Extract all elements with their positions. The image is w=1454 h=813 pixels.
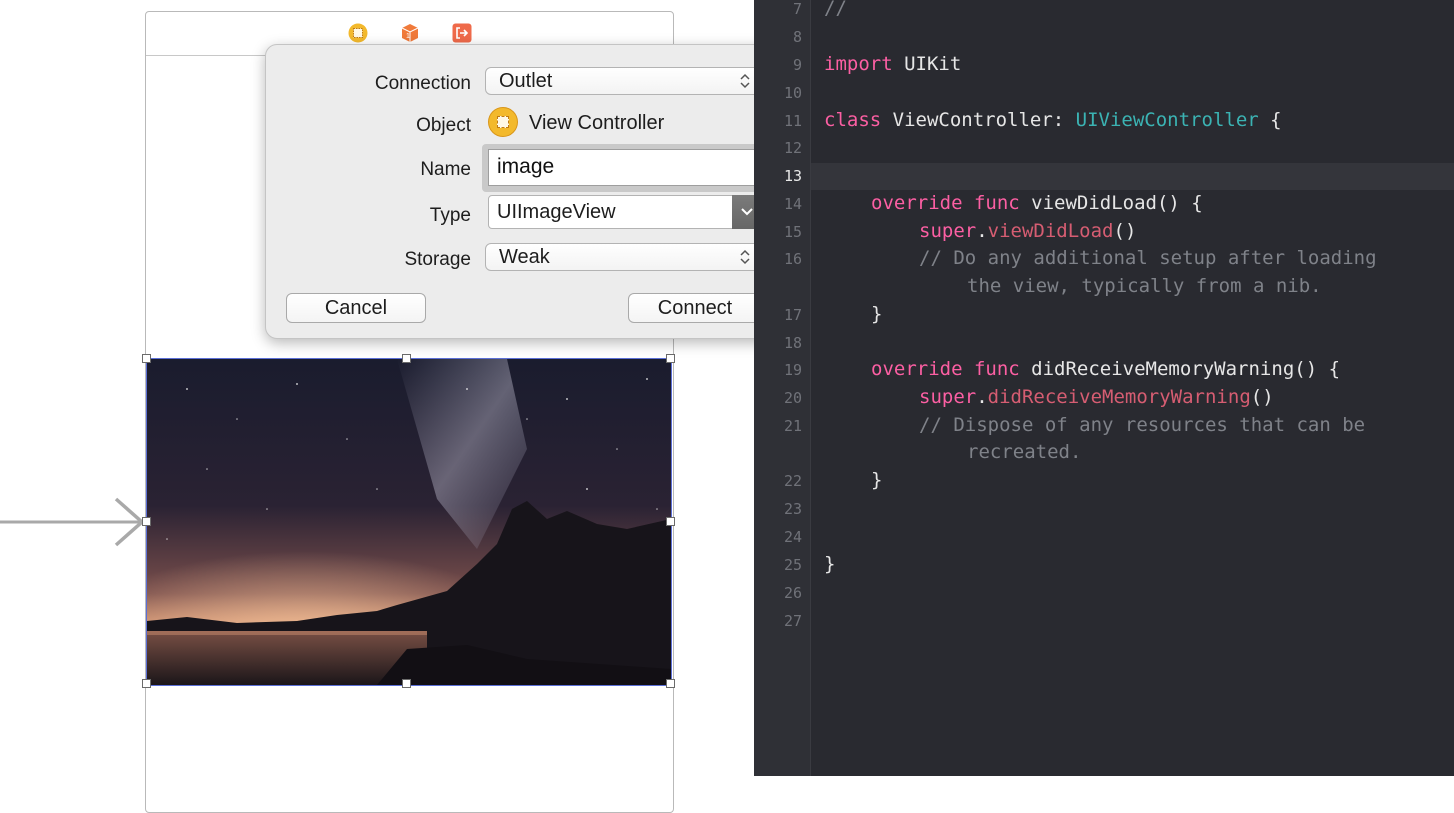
resize-handle-top-right[interactable] bbox=[666, 354, 675, 363]
cancel-button[interactable]: Cancel bbox=[286, 293, 426, 323]
object-value: View Controller bbox=[529, 112, 665, 134]
storage-value: Weak bbox=[499, 246, 550, 268]
code-keyword: super bbox=[919, 386, 977, 408]
line-number: 21 bbox=[783, 417, 802, 435]
up-down-chevron-icon bbox=[740, 73, 750, 89]
code-line-11: class ViewController: UIViewController { bbox=[824, 109, 1282, 131]
connect-button[interactable]: Connect bbox=[628, 293, 762, 323]
code-line-7: // bbox=[824, 0, 847, 19]
code-comment: the view, typically from a nib. bbox=[967, 275, 1322, 297]
code-comment: recreated. bbox=[967, 441, 1082, 463]
entry-point-arrow-icon bbox=[0, 497, 145, 547]
night-sky-image bbox=[147, 359, 671, 685]
code-keyword: class bbox=[824, 109, 882, 131]
resize-handle-bottom-left[interactable] bbox=[142, 679, 151, 688]
code-comment: // Do any additional setup after loading bbox=[919, 247, 1377, 269]
exit-icon[interactable] bbox=[452, 23, 472, 43]
code-line-19: override func didReceiveMemoryWarning() … bbox=[871, 358, 1340, 380]
code-text: } bbox=[824, 553, 836, 575]
code-keyword: import bbox=[824, 53, 893, 75]
storage-label: Storage bbox=[404, 249, 471, 270]
code-line-21-wrap: recreated. bbox=[967, 441, 1081, 463]
code-comment: // bbox=[824, 0, 847, 19]
line-number: 20 bbox=[783, 389, 802, 407]
code-text: . bbox=[976, 220, 988, 242]
code-line-15: super.viewDidLoad() bbox=[919, 220, 1136, 242]
code-line-14: override func viewDidLoad() { bbox=[871, 192, 1203, 214]
line-number-gutter: 7 8 9 10 11 12 13 14 15 16 17 18 19 20 2… bbox=[754, 0, 811, 776]
code-text: ViewController: bbox=[881, 109, 1076, 131]
code-line-25: } bbox=[824, 553, 835, 575]
resize-handle-bottom[interactable] bbox=[402, 679, 411, 688]
line-number: 16 bbox=[783, 250, 802, 268]
code-text: . bbox=[976, 386, 988, 408]
code-editor[interactable]: 7 8 9 10 11 12 13 14 15 16 17 18 19 20 2… bbox=[754, 0, 1454, 776]
code-line-9: import UIKit bbox=[824, 53, 961, 75]
line-number: 10 bbox=[783, 84, 802, 102]
line-number: 12 bbox=[783, 139, 802, 157]
code-line-16-wrap: the view, typically from a nib. bbox=[967, 275, 1322, 297]
line-number-current: 13 bbox=[783, 167, 802, 185]
line-number: 24 bbox=[783, 528, 802, 546]
code-comment: // Dispose of any resources that can be bbox=[919, 414, 1366, 436]
resize-handle-left[interactable] bbox=[142, 517, 151, 526]
code-type: UIViewController bbox=[1075, 109, 1259, 131]
line-number: 15 bbox=[783, 223, 802, 241]
code-text: viewDidLoad() { bbox=[1019, 192, 1203, 214]
line-number: 27 bbox=[783, 612, 802, 630]
line-number: 23 bbox=[783, 500, 802, 518]
svg-text:1: 1 bbox=[406, 33, 410, 40]
type-label: Type bbox=[429, 205, 471, 226]
current-line-highlight bbox=[811, 163, 1454, 190]
code-text: } bbox=[871, 303, 883, 325]
code-keyword: override func bbox=[871, 192, 1020, 214]
code-keyword: super bbox=[919, 220, 977, 242]
type-value: UIImageView bbox=[497, 201, 616, 223]
code-line-16: // Do any additional setup after loading bbox=[919, 247, 1377, 269]
outlet-connection-popover: Connection Outlet Object View Controller… bbox=[265, 44, 783, 339]
line-number: 18 bbox=[783, 334, 802, 352]
line-number: 22 bbox=[783, 472, 802, 490]
code-call: viewDidLoad bbox=[987, 220, 1114, 242]
line-number: 19 bbox=[783, 361, 802, 379]
image-view[interactable] bbox=[146, 358, 672, 686]
code-line-22: } bbox=[871, 469, 882, 491]
name-field[interactable]: image bbox=[488, 149, 762, 186]
storage-popup[interactable]: Weak bbox=[485, 243, 761, 271]
line-number: 9 bbox=[792, 56, 802, 74]
connection-value: Outlet bbox=[499, 70, 553, 92]
code-text: { bbox=[1258, 109, 1282, 131]
first-responder-icon[interactable]: 1 bbox=[400, 23, 420, 43]
code-text: () bbox=[1113, 220, 1137, 242]
line-number: 25 bbox=[783, 556, 802, 574]
up-down-chevron-icon bbox=[740, 249, 750, 265]
resize-handle-top-left[interactable] bbox=[142, 354, 151, 363]
object-label: Object bbox=[416, 115, 471, 136]
line-number: 11 bbox=[783, 112, 802, 130]
line-number: 8 bbox=[792, 28, 802, 46]
code-text: } bbox=[871, 469, 883, 491]
line-number: 7 bbox=[792, 0, 802, 18]
line-number: 26 bbox=[783, 584, 802, 602]
code-line-20: super.didReceiveMemoryWarning() bbox=[919, 386, 1274, 408]
view-controller-icon[interactable] bbox=[348, 23, 368, 43]
code-call: didReceiveMemoryWarning bbox=[987, 386, 1251, 408]
code-text: didReceiveMemoryWarning() { bbox=[1019, 358, 1341, 380]
resize-handle-right[interactable] bbox=[666, 517, 675, 526]
type-combo-box[interactable]: UIImageView bbox=[488, 195, 762, 229]
view-controller-icon bbox=[488, 107, 518, 137]
code-keyword: override func bbox=[871, 358, 1020, 380]
line-number: 14 bbox=[783, 195, 802, 213]
code-line-21: // Dispose of any resources that can be bbox=[919, 414, 1365, 436]
code-text: () bbox=[1250, 386, 1274, 408]
name-label: Name bbox=[420, 159, 471, 180]
connection-popup[interactable]: Outlet bbox=[485, 67, 761, 95]
code-text: UIKit bbox=[892, 53, 962, 75]
connection-label: Connection bbox=[374, 73, 471, 94]
resize-handle-bottom-right[interactable] bbox=[666, 679, 675, 688]
line-number: 17 bbox=[783, 306, 802, 324]
resize-handle-top[interactable] bbox=[402, 354, 411, 363]
code-line-17: } bbox=[871, 303, 882, 325]
